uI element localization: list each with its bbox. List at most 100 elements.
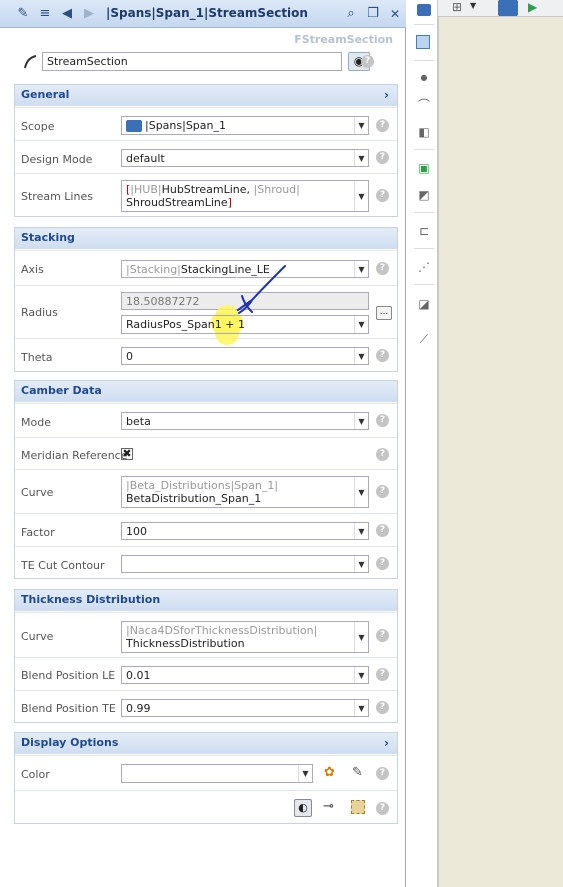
blend-position-le-input[interactable]: 0.01 ▼ xyxy=(121,666,369,684)
help-icon[interactable]: ? xyxy=(376,349,389,362)
color-palette-icon[interactable]: ✿ xyxy=(324,765,335,780)
3d-viewport[interactable] xyxy=(438,17,563,887)
forward-arrow-icon[interactable]: ▶ xyxy=(80,5,98,23)
back-arrow-icon[interactable]: ◀ xyxy=(58,5,76,23)
help-icon[interactable]: ? xyxy=(361,55,374,68)
dropdown-icon[interactable]: ▼ xyxy=(354,523,368,539)
dropdown-icon[interactable]: ▼ xyxy=(354,667,368,683)
stream-lines-select[interactable]: [|HUB|HubStreamLine, |Shroud| ShroudStrea… xyxy=(121,180,369,212)
row-axis: Axis |Stacking|StackingLine_LE ▼ ? xyxy=(15,250,397,285)
green-section-icon[interactable]: ▣ xyxy=(416,160,432,176)
help-icon[interactable]: ? xyxy=(376,802,389,815)
stream-section-icon xyxy=(24,55,37,69)
row-stream-lines: Stream Lines [|HUB|HubStreamLine, |Shrou… xyxy=(15,173,397,217)
feature-icon[interactable]: ⊏ xyxy=(416,223,432,239)
dropdown-icon[interactable]: ▼ xyxy=(354,150,368,166)
point-icon[interactable]: ● xyxy=(416,70,432,86)
dropdown-icon[interactable]: ▼ xyxy=(354,117,368,134)
title-bar: ✎ ≡ ◀ ▶ |Spans|Span_1|StreamSection ⌕ ❐ … xyxy=(0,0,406,28)
tool-icon[interactable]: ◪ xyxy=(416,296,432,312)
dotted-line-icon[interactable]: ⋰ xyxy=(416,259,432,275)
dotted-box-icon[interactable] xyxy=(351,800,365,814)
row-display-tools: ◐ ⊸ ? xyxy=(15,790,397,824)
mode-select[interactable]: beta ▼ xyxy=(121,412,369,430)
dropdown-icon[interactable]: ▼ xyxy=(354,348,368,364)
design-mode-select[interactable]: default ▼ xyxy=(121,149,369,167)
section-header-display-options[interactable]: Display Options › xyxy=(15,733,397,754)
close-icon[interactable]: ✕ xyxy=(386,5,404,23)
section-header-camber-data[interactable]: Camber Data xyxy=(15,381,397,402)
annotation-arrow-icon xyxy=(237,265,286,314)
name-input[interactable]: StreamSection xyxy=(42,52,342,71)
search-icon[interactable]: ⌕ xyxy=(342,5,360,23)
help-icon[interactable]: ? xyxy=(376,189,389,202)
help-icon[interactable]: ? xyxy=(376,629,389,642)
chevron-right-icon[interactable]: › xyxy=(384,85,389,105)
folder-icon[interactable] xyxy=(416,2,432,18)
blend-position-te-input[interactable]: 0.99 ▼ xyxy=(121,699,369,717)
shield-toggle-icon[interactable]: ◐ xyxy=(294,799,312,817)
blade-icon[interactable]: ⟋ xyxy=(416,331,432,347)
help-icon[interactable]: ? xyxy=(376,557,389,570)
help-icon[interactable]: ? xyxy=(376,701,389,714)
row-te-cut-contour: TE Cut Contour ▼ ? xyxy=(15,546,397,579)
help-icon[interactable]: ? xyxy=(376,448,389,461)
dropdown-icon[interactable]: ▼ xyxy=(354,477,368,507)
camber-curve-select[interactable]: |Beta_Distributions|Span_1| BetaDistribut… xyxy=(121,476,369,508)
help-icon[interactable]: ? xyxy=(376,524,389,537)
window-title: |Spans|Span_1|StreamSection xyxy=(106,6,308,20)
more-options-button[interactable]: ... xyxy=(376,306,392,320)
dropdown-icon[interactable]: ▼ xyxy=(470,1,476,10)
help-icon[interactable]: ? xyxy=(376,485,389,498)
row-color: Color ▼ ✿ ✎ ? xyxy=(15,755,397,790)
key-icon[interactable]: ⊸ xyxy=(323,799,334,814)
dropdown-icon[interactable]: ▼ xyxy=(354,556,368,572)
te-cut-contour-select[interactable]: ▼ xyxy=(121,555,369,573)
factor-input[interactable]: 100 ▼ xyxy=(121,522,369,540)
curve-icon[interactable]: ⌒ xyxy=(416,97,432,113)
row-scope: Scope |Spans|Span_1 ▼ ? xyxy=(15,107,397,140)
dropdown-icon[interactable]: ▼ xyxy=(354,700,368,716)
play-icon[interactable]: ▶ xyxy=(528,0,537,14)
section-stacking: Stacking Axis |Stacking|StackingLine_LE … xyxy=(14,227,398,372)
radius-expression-input[interactable]: RadiusPos_Span1 + 1 ▼ xyxy=(121,315,369,334)
folder-view-icon[interactable] xyxy=(498,0,518,16)
chevron-right-icon[interactable]: › xyxy=(384,733,389,753)
theta-input[interactable]: 0 ▼ xyxy=(121,347,369,365)
copy-icon[interactable]: ❐ xyxy=(364,5,382,23)
menu-icon[interactable]: ≡ xyxy=(36,5,54,23)
section-header-stacking[interactable]: Stacking xyxy=(15,228,397,249)
dropdown-icon[interactable]: ▼ xyxy=(354,261,368,277)
edit-pencil-icon[interactable]: ✎ xyxy=(352,765,363,780)
meridian-reference-checkbox[interactable]: ✖ xyxy=(121,448,133,460)
row-theta: Theta 0 ▼ ? xyxy=(15,338,397,372)
select-arrow-icon[interactable] xyxy=(416,35,432,51)
dropdown-icon[interactable]: ▼ xyxy=(354,316,368,333)
dropdown-icon[interactable]: ▼ xyxy=(354,181,368,211)
vertical-toolbar: ● ⌒ ◧ ▣ ◩ ⊏ ⋰ ◪ ⟋ xyxy=(408,0,438,887)
dropdown-icon[interactable]: ▼ xyxy=(298,765,312,782)
thickness-curve-select[interactable]: |Naca4DSforThicknessDistribution| Thickne… xyxy=(121,621,369,653)
section-header-thickness-distribution[interactable]: Thickness Distribution xyxy=(15,590,397,611)
row-design-mode: Design Mode default ▼ ? xyxy=(15,140,397,173)
layout-icon[interactable]: ⊞ xyxy=(452,0,462,14)
row-factor: Factor 100 ▼ ? xyxy=(15,513,397,546)
section-camber-data: Camber Data Mode beta ▼ ? Meridian Refer… xyxy=(14,380,398,579)
surface-icon[interactable]: ◧ xyxy=(416,124,432,140)
help-icon[interactable]: ? xyxy=(376,668,389,681)
help-icon[interactable]: ? xyxy=(376,119,389,132)
help-icon[interactable]: ? xyxy=(376,767,389,780)
section-header-general[interactable]: General › xyxy=(15,85,397,106)
help-icon[interactable]: ? xyxy=(376,151,389,164)
dropdown-icon[interactable]: ▼ xyxy=(354,622,368,652)
scope-select[interactable]: |Spans|Span_1 ▼ xyxy=(121,116,369,135)
help-icon[interactable]: ? xyxy=(376,262,389,275)
pin-icon[interactable]: ✎ xyxy=(14,5,32,23)
color-select[interactable]: ▼ xyxy=(121,764,313,783)
solid-icon[interactable]: ◩ xyxy=(416,187,432,203)
row-meridian-reference: Meridian Reference ✖ ? xyxy=(15,437,397,469)
dropdown-icon[interactable]: ▼ xyxy=(354,413,368,429)
folder-icon xyxy=(126,120,142,132)
help-icon[interactable]: ? xyxy=(376,414,389,427)
row-blend-position-le: Blend Position LE 0.01 ▼ ? xyxy=(15,657,397,690)
